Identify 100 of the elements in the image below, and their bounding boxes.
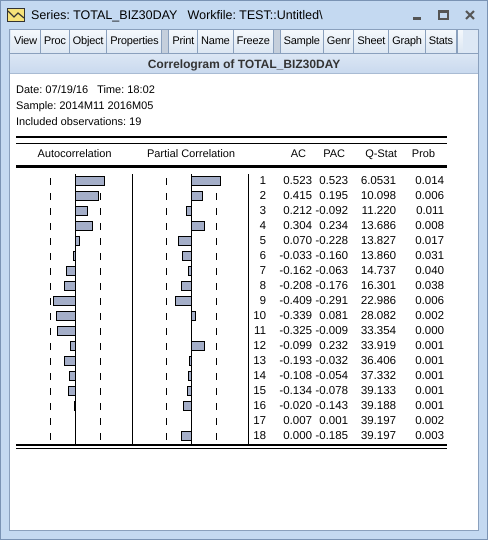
table-cell-text: -0.162 — [278, 264, 312, 279]
correlation-bar — [64, 356, 76, 366]
table-cell-text: 0.031 — [414, 249, 444, 264]
correlation-bar — [75, 176, 105, 186]
correlation-bar — [187, 386, 192, 396]
toolbar-button[interactable]: Sample — [280, 30, 324, 53]
table-cell-text: 0.006 — [414, 294, 444, 309]
column-header: Autocorrelation — [36, 147, 112, 162]
toolbar-button[interactable]: Proc — [40, 30, 70, 53]
table-cell-text: -0.020 — [278, 399, 312, 414]
table-cell-text: 0.008 — [414, 219, 444, 234]
correlation-bar — [186, 206, 192, 216]
lag-number: 5 — [258, 234, 266, 249]
table-cell-text: 0.000 — [282, 429, 312, 444]
column-header: Q-Stat — [364, 147, 397, 162]
chart-icon — [7, 8, 25, 22]
correlation-bar — [73, 251, 76, 261]
correlation-bar — [175, 296, 192, 306]
table-cell-text: -0.325 — [278, 324, 312, 339]
table-cell-text: -0.092 — [314, 204, 348, 219]
toolbar-button[interactable]: View — [11, 30, 41, 53]
table-cell-text: -0.078 — [314, 384, 348, 399]
table-cell-text: 0.007 — [282, 414, 312, 429]
table-cell-text: -0.143 — [314, 399, 348, 414]
table-cell-text: -0.033 — [278, 249, 312, 264]
table-cell-text: 0.003 — [414, 429, 444, 444]
lag-number: 3 — [258, 204, 266, 219]
correlation-bar — [75, 236, 80, 246]
table-cell-text: -0.193 — [278, 354, 312, 369]
close-icon — [465, 10, 475, 20]
correlation-bar — [66, 266, 76, 276]
table-cell-text: 33.354 — [360, 324, 396, 339]
table-cell-text: 0.070 — [282, 234, 312, 249]
table-cell-text: 14.737 — [360, 264, 396, 279]
correlation-bar — [181, 281, 192, 291]
table-cell-text: -0.108 — [278, 369, 312, 384]
table-cell-text: 0.001 — [414, 384, 444, 399]
table-cell-text: 0.001 — [318, 414, 348, 429]
info-line: Date: 07/19/16 Time: 18:02 — [16, 83, 156, 98]
correlation-bar — [188, 371, 192, 381]
toolbar-button[interactable]: Graph — [389, 30, 426, 53]
lag-number: 8 — [258, 279, 266, 294]
correlation-bar — [191, 176, 221, 186]
correlation-bar — [75, 206, 88, 216]
lag-number: 16 — [252, 399, 266, 414]
table-cell-text: 37.332 — [360, 369, 396, 384]
table-cell-text: 0.002 — [414, 309, 444, 324]
correlation-bar — [64, 281, 76, 291]
info-line: Included observations: 19 — [16, 115, 142, 130]
toolbar-button[interactable]: Sheet — [354, 30, 390, 53]
toolbar-button[interactable]: Object — [70, 30, 108, 53]
correlation-bar — [70, 341, 76, 351]
correlation-bar — [75, 191, 99, 201]
correlation-bar — [75, 221, 93, 231]
toolbar-button[interactable]: Stats — [426, 30, 457, 53]
table-cell-text: 0.212 — [282, 204, 312, 219]
lag-number: 15 — [252, 384, 266, 399]
table-cell-text: 39.188 — [360, 399, 396, 414]
correlation-bar — [182, 251, 192, 261]
toolbar-button[interactable]: Freeze — [234, 30, 274, 53]
lag-number: 11 — [253, 324, 266, 339]
correlation-bar — [181, 431, 192, 441]
table-cell-text: 0.017 — [414, 234, 444, 249]
toolbar-button[interactable]: Print — [169, 30, 198, 53]
table-cell-text: 0.001 — [414, 354, 444, 369]
toolbar-button[interactable]: Name — [198, 30, 234, 53]
table-cell-text: 0.001 — [414, 399, 444, 414]
lag-number: 17 — [252, 414, 266, 429]
lag-number: 14 — [252, 369, 266, 384]
correlation-bar — [191, 191, 203, 201]
table-cell-text: 0.234 — [318, 219, 348, 234]
correlation-bar — [69, 371, 76, 381]
table-cell-text: 0.014 — [414, 174, 444, 189]
table-cell-text: 28.082 — [360, 309, 396, 324]
toolbar-button[interactable]: Genr — [324, 30, 354, 53]
table-cell-text: -0.228 — [314, 234, 348, 249]
table-cell-text: 0.006 — [414, 189, 444, 204]
table-cell-text: 0.040 — [414, 264, 444, 279]
table-cell-text: -0.409 — [278, 294, 312, 309]
table-cell-text: 0.002 — [414, 414, 444, 429]
lag-number: 4 — [258, 219, 266, 234]
table-cell-text: 0.195 — [318, 189, 348, 204]
table-cell-text: 10.098 — [360, 189, 396, 204]
lag-number: 1 — [258, 174, 266, 189]
table-cell-text: 0.000 — [414, 324, 444, 339]
column-header: Partial Correlation — [146, 147, 236, 162]
lag-number: 13 — [252, 354, 266, 369]
lag-number: 2 — [258, 189, 266, 204]
table-cell-text: 0.038 — [414, 279, 444, 294]
correlation-bar — [183, 401, 192, 411]
table-cell-text: 13.827 — [360, 234, 396, 249]
correlation-bar — [56, 311, 76, 321]
table-cell-text: 0.001 — [414, 369, 444, 384]
table-cell-text: 11.220 — [360, 204, 396, 219]
column-header: Prob — [410, 147, 435, 162]
column-header: PAC — [322, 147, 345, 162]
column-header: AC — [290, 147, 306, 162]
table-cell-text: -0.032 — [314, 354, 348, 369]
toolbar-button[interactable]: Properties — [107, 30, 162, 53]
correlation-bar — [68, 386, 76, 396]
